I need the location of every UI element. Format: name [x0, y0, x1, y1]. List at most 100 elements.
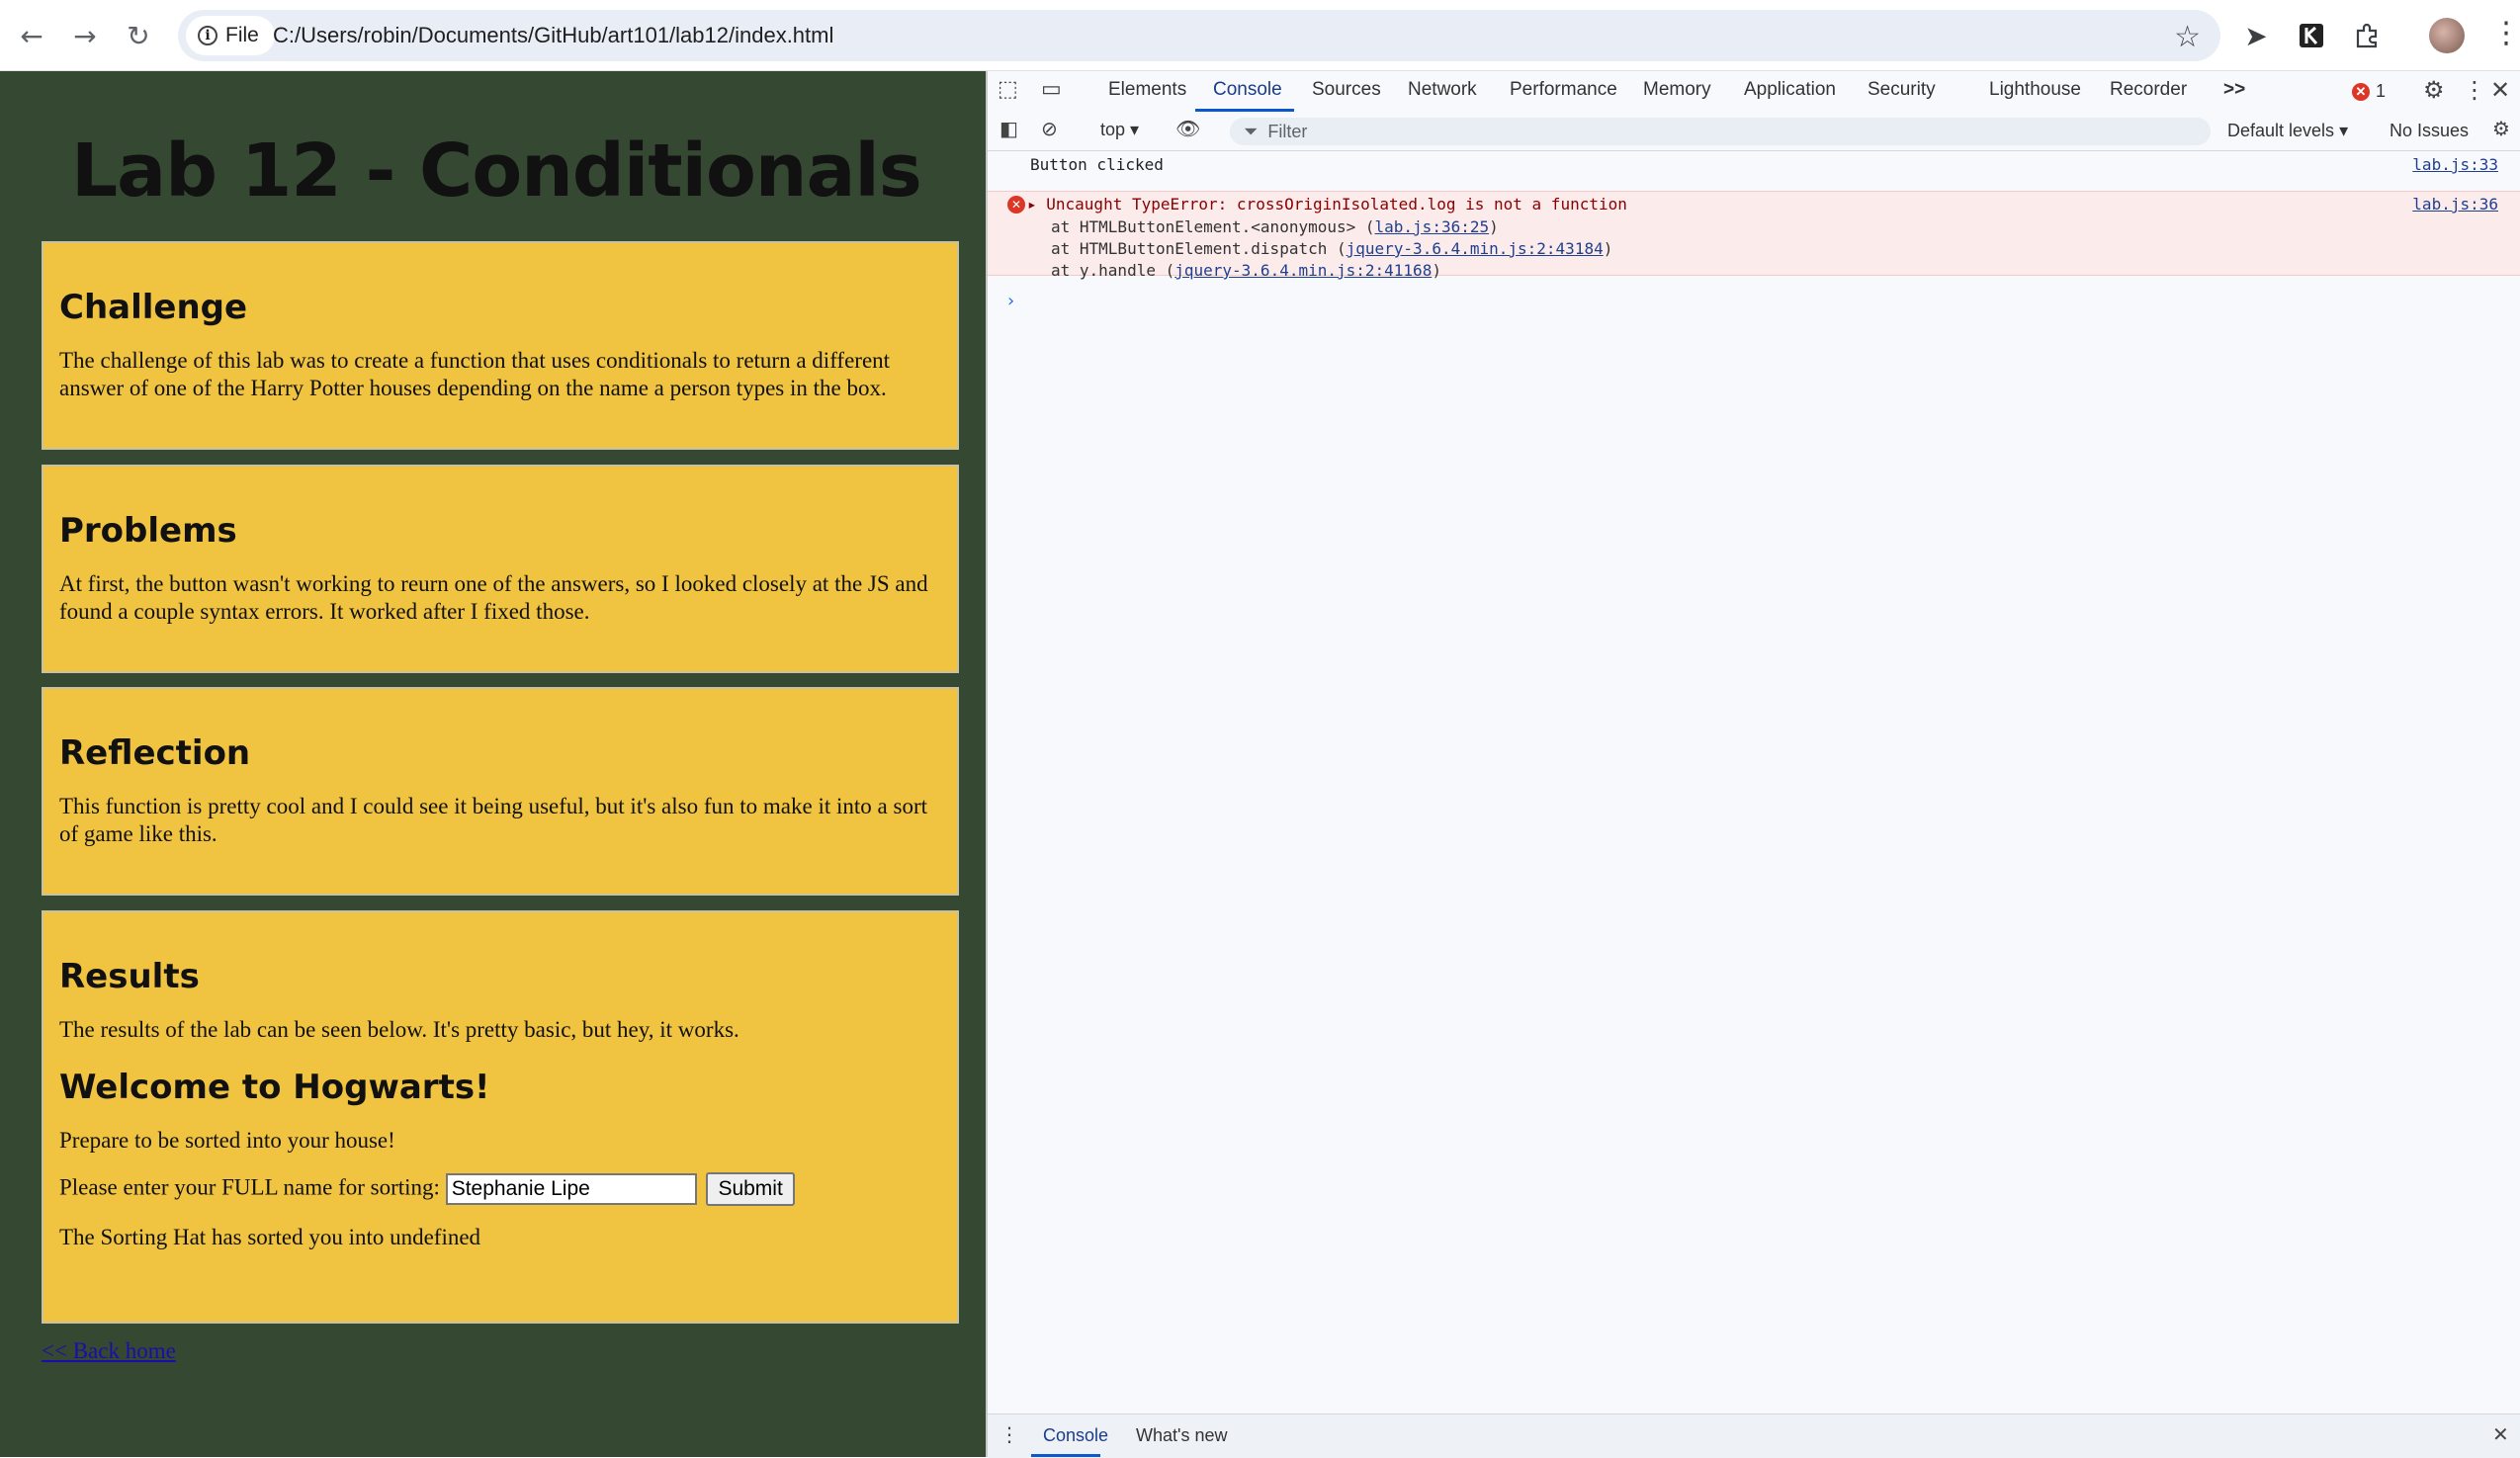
stack-link[interactable]: jquery-3.6.4.min.js:2:43184 [1347, 239, 1604, 258]
error-source-link[interactable]: lab.js:36 [2412, 195, 2498, 214]
extensions-puzzle-icon[interactable] [2349, 18, 2385, 53]
reload-icon: ↻ [127, 19, 150, 52]
sorting-form: Please enter your FULL name for sorting:… [59, 1172, 941, 1206]
console-error-message: ✕ ▸ Uncaught TypeError: crossOriginIsola… [988, 191, 2520, 280]
stack-prefix: at HTMLButtonElement.<anonymous> ( [1051, 217, 1375, 236]
devtools-tab-bar: ⬚ ▭ Elements Console Sources Network Per… [988, 71, 2520, 114]
console-prompt-chevron-icon[interactable]: › [1007, 291, 1014, 311]
back-home-link[interactable]: << Back home [42, 1338, 176, 1364]
log-text: Button clicked [1030, 155, 1164, 174]
tab-memory[interactable]: Memory [1643, 79, 1711, 101]
stack-suffix: ) [1603, 239, 1613, 258]
context-value: top [1100, 120, 1126, 139]
challenge-heading: Challenge [59, 288, 248, 327]
stack-line: at HTMLButtonElement.<anonymous> (lab.js… [1051, 217, 1499, 236]
filter-placeholder: Filter [1267, 121, 1308, 141]
browser-menu-icon[interactable]: ⋮ [2491, 16, 2520, 50]
page-title: Lab 12 - Conditionals [71, 129, 922, 214]
live-expression-eye-icon[interactable]: 👁 [1175, 117, 1200, 140]
welcome-heading: Welcome to Hogwarts! [59, 1068, 490, 1107]
console-toolbar: ◧ ⊘ top ▾ 👁 ⏷ Filter Default levels ▾ No… [988, 113, 2520, 151]
results-text: The results of the lab can be seen below… [59, 1017, 739, 1042]
profile-avatar[interactable] [2429, 18, 2465, 53]
stack-suffix: ) [1489, 217, 1499, 236]
site-info-label: File [225, 24, 259, 46]
reload-button[interactable]: ↻ [117, 14, 160, 57]
devtools-drawer: ⋮ Console What's new ✕ [988, 1414, 2520, 1458]
tab-performance[interactable]: Performance [1510, 79, 1617, 101]
error-message: Uncaught TypeError: crossOriginIsolated.… [1046, 195, 1627, 214]
bookmark-star-icon[interactable]: ☆ [2174, 20, 2201, 54]
filter-input[interactable]: ⏷ Filter [1230, 118, 2211, 145]
k-logo [2300, 24, 2323, 47]
close-drawer-icon[interactable]: ✕ [2492, 1422, 2509, 1446]
reflection-text: This function is pretty cool and I could… [59, 794, 927, 846]
drawer-menu-icon[interactable]: ⋮ [999, 1422, 1019, 1446]
reflection-heading: Reflection [59, 733, 251, 773]
more-tabs-icon[interactable]: >> [2223, 79, 2245, 101]
stack-prefix: at HTMLButtonElement.dispatch ( [1051, 239, 1347, 258]
results-heading: Results [59, 957, 200, 996]
devtools-panel: ⬚ ▭ Elements Console Sources Network Per… [986, 71, 2520, 1458]
sorting-result-text: The Sorting Hat has sorted you into unde… [59, 1225, 481, 1249]
tab-sources[interactable]: Sources [1312, 79, 1381, 101]
name-prompt-label: Please enter your FULL name for sorting: [59, 1174, 440, 1200]
console-settings-gear-icon[interactable]: ⚙ [2492, 117, 2510, 140]
forward-button[interactable]: → [63, 14, 107, 57]
challenge-section: Challenge The challenge of this lab was … [42, 241, 959, 450]
drawer-tab-console[interactable]: Console [1043, 1425, 1108, 1446]
stack-link[interactable]: jquery-3.6.4.min.js:2:41168 [1174, 261, 1432, 280]
info-icon: i [198, 26, 217, 45]
device-toolbar-icon[interactable]: ▭ [1041, 77, 1062, 102]
browser-toolbar: ← → ↻ i File C:/Users/robin/Documents/Gi… [0, 0, 2520, 71]
puzzle-shape [2356, 23, 2378, 48]
tab-application[interactable]: Application [1744, 79, 1836, 101]
submit-button[interactable]: Submit [706, 1172, 795, 1206]
tab-lighthouse[interactable]: Lighthouse [1989, 79, 2081, 101]
no-issues-button[interactable]: No Issues [2390, 121, 2469, 141]
error-circle-icon: ✕ [1007, 196, 1025, 214]
arrow-right-icon: → [73, 19, 97, 52]
tab-network[interactable]: Network [1408, 79, 1477, 101]
log-source-link[interactable]: lab.js:33 [2412, 155, 2498, 174]
name-input[interactable] [445, 1173, 697, 1205]
tab-security[interactable]: Security [1868, 79, 1936, 101]
k-extension-icon[interactable] [2294, 18, 2329, 53]
page-content: Lab 12 - Conditionals Challenge The chal… [0, 71, 986, 1457]
problems-text: At first, the button wasn't working to r… [59, 571, 928, 624]
cursor-extension-icon[interactable]: ➤ [2238, 18, 2274, 53]
error-count: 1 [2376, 81, 2387, 101]
tab-recorder[interactable]: Recorder [2110, 79, 2187, 101]
clear-console-icon[interactable]: ⊘ [1041, 117, 1058, 140]
default-levels-dropdown[interactable]: Default levels ▾ [2227, 121, 2348, 141]
devtools-menu-icon[interactable]: ⋮ [2463, 76, 2486, 104]
console-log-message: Button clicked lab.js:33 [988, 152, 2520, 176]
default-levels-label: Default levels [2227, 121, 2335, 140]
close-devtools-icon[interactable]: ✕ [2490, 76, 2510, 104]
prepare-text: Prepare to be sorted into your house! [59, 1128, 395, 1153]
tab-elements[interactable]: Elements [1108, 79, 1186, 101]
back-button[interactable]: ← [10, 14, 53, 57]
url-text[interactable]: C:/Users/robin/Documents/GitHub/art101/l… [273, 23, 833, 48]
stack-line: at HTMLButtonElement.dispatch (jquery-3.… [1051, 239, 1612, 258]
error-text[interactable]: ▸ Uncaught TypeError: crossOriginIsolate… [1027, 195, 1627, 214]
reflection-section: Reflection This function is pretty cool … [42, 687, 959, 896]
stack-link[interactable]: lab.js:36:25 [1375, 217, 1490, 236]
error-count-badge[interactable]: ✕ 1 [2352, 81, 2386, 102]
results-section: Results The results of the lab can be se… [42, 910, 959, 1324]
context-select[interactable]: top ▾ [1100, 120, 1139, 140]
settings-gear-icon[interactable]: ⚙ [2423, 76, 2445, 104]
tab-console[interactable]: Console [1213, 79, 1282, 101]
stack-line: at y.handle (jquery-3.6.4.min.js:2:41168… [1051, 261, 1441, 280]
challenge-text: The challenge of this lab was to create … [59, 348, 891, 400]
inspect-element-icon[interactable]: ⬚ [998, 77, 1018, 102]
error-icon: ✕ [2352, 82, 2370, 101]
active-tab-indicator [1195, 109, 1294, 112]
address-bar[interactable]: i File C:/Users/robin/Documents/GitHub/a… [178, 10, 2220, 61]
filter-funnel-icon: ⏷ [1244, 121, 1259, 141]
stack-prefix: at y.handle ( [1051, 261, 1175, 280]
site-info-chip[interactable]: i File [186, 16, 275, 55]
sidebar-toggle-icon[interactable]: ◧ [999, 117, 1018, 140]
drawer-tab-whats-new[interactable]: What's new [1136, 1425, 1227, 1446]
arrow-left-icon: ← [20, 19, 43, 52]
